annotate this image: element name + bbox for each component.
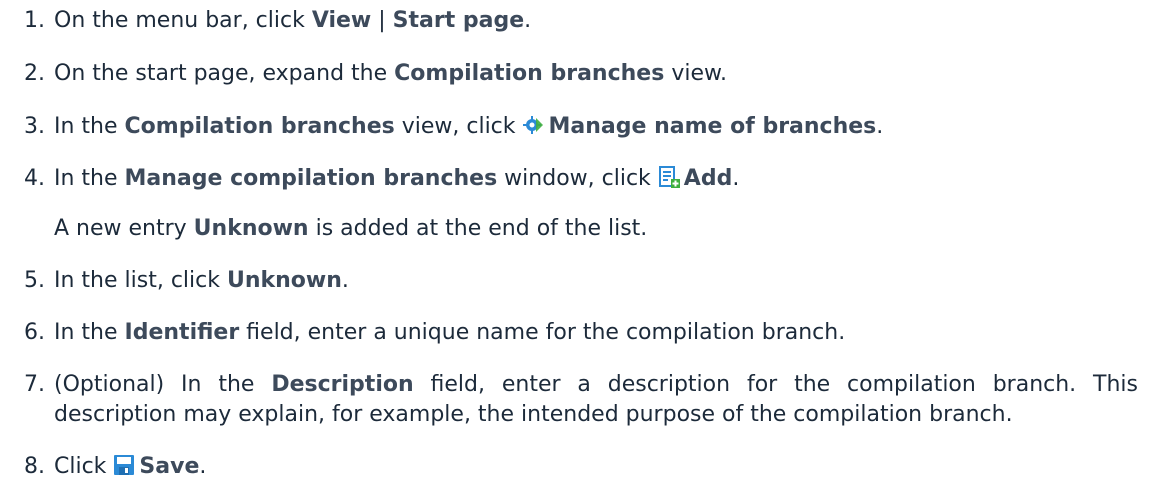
step-number: 8. — [24, 454, 45, 479]
step-3: 3. In the Compilation branches view, cli… — [24, 112, 1124, 142]
step-5: 5. In the list, click Unknown. — [24, 266, 1124, 296]
step-4: 4. In the Manage compilation branches wi… — [24, 164, 1124, 194]
step-text: In the Identifier field, enter a unique … — [54, 320, 846, 345]
ui-term: Compilation branches — [394, 61, 665, 86]
save-disk-icon — [113, 454, 135, 476]
step-number: 5. — [24, 268, 45, 293]
step-8: 8. Click Save. — [24, 452, 1124, 482]
ui-term: Start page — [392, 8, 525, 33]
step-7: 7. (Optional) In the Description field, … — [24, 370, 1138, 427]
step-text: Click Save. — [54, 454, 207, 479]
step-text: (Optional) In the Description field, ent… — [54, 372, 1139, 427]
ui-term: Identifier — [124, 320, 240, 345]
ui-term: Manage compilation branches — [124, 166, 498, 191]
step-2: 2. On the start page, expand the Compila… — [24, 59, 1124, 89]
ui-term: Unknown — [226, 268, 342, 293]
step-number: 1. — [24, 8, 45, 33]
ui-term: Save — [139, 454, 200, 479]
step-6: 6. In the Identifier field, enter a uniq… — [24, 318, 1124, 348]
step-number: 3. — [24, 114, 45, 139]
step-number: 2. — [24, 61, 45, 86]
ui-term: View — [311, 8, 372, 33]
step-text: On the menu bar, click View | Start page… — [54, 8, 532, 33]
step-text: In the Compilation branches view, click … — [54, 114, 884, 139]
ui-term: Description — [271, 372, 414, 397]
add-document-icon — [658, 166, 680, 188]
step-text: In the Manage compilation branches windo… — [54, 166, 740, 191]
step-1: 1. On the menu bar, click View | Start p… — [24, 6, 1124, 36]
step-number: 4. — [24, 166, 45, 191]
step-4-result-note: A new entry Unknown is added at the end … — [54, 216, 648, 241]
ui-term: Unknown — [193, 216, 309, 241]
step-number: 6. — [24, 320, 45, 345]
ui-term: Add — [683, 166, 733, 191]
gear-icon — [522, 114, 545, 136]
ui-term: Manage name of branches — [548, 114, 877, 139]
step-text: On the start page, expand the Compilatio… — [54, 61, 727, 86]
step-number: 7. — [24, 372, 45, 397]
step-text: In the list, click Unknown. — [54, 268, 349, 293]
ui-term: Compilation branches — [124, 114, 395, 139]
